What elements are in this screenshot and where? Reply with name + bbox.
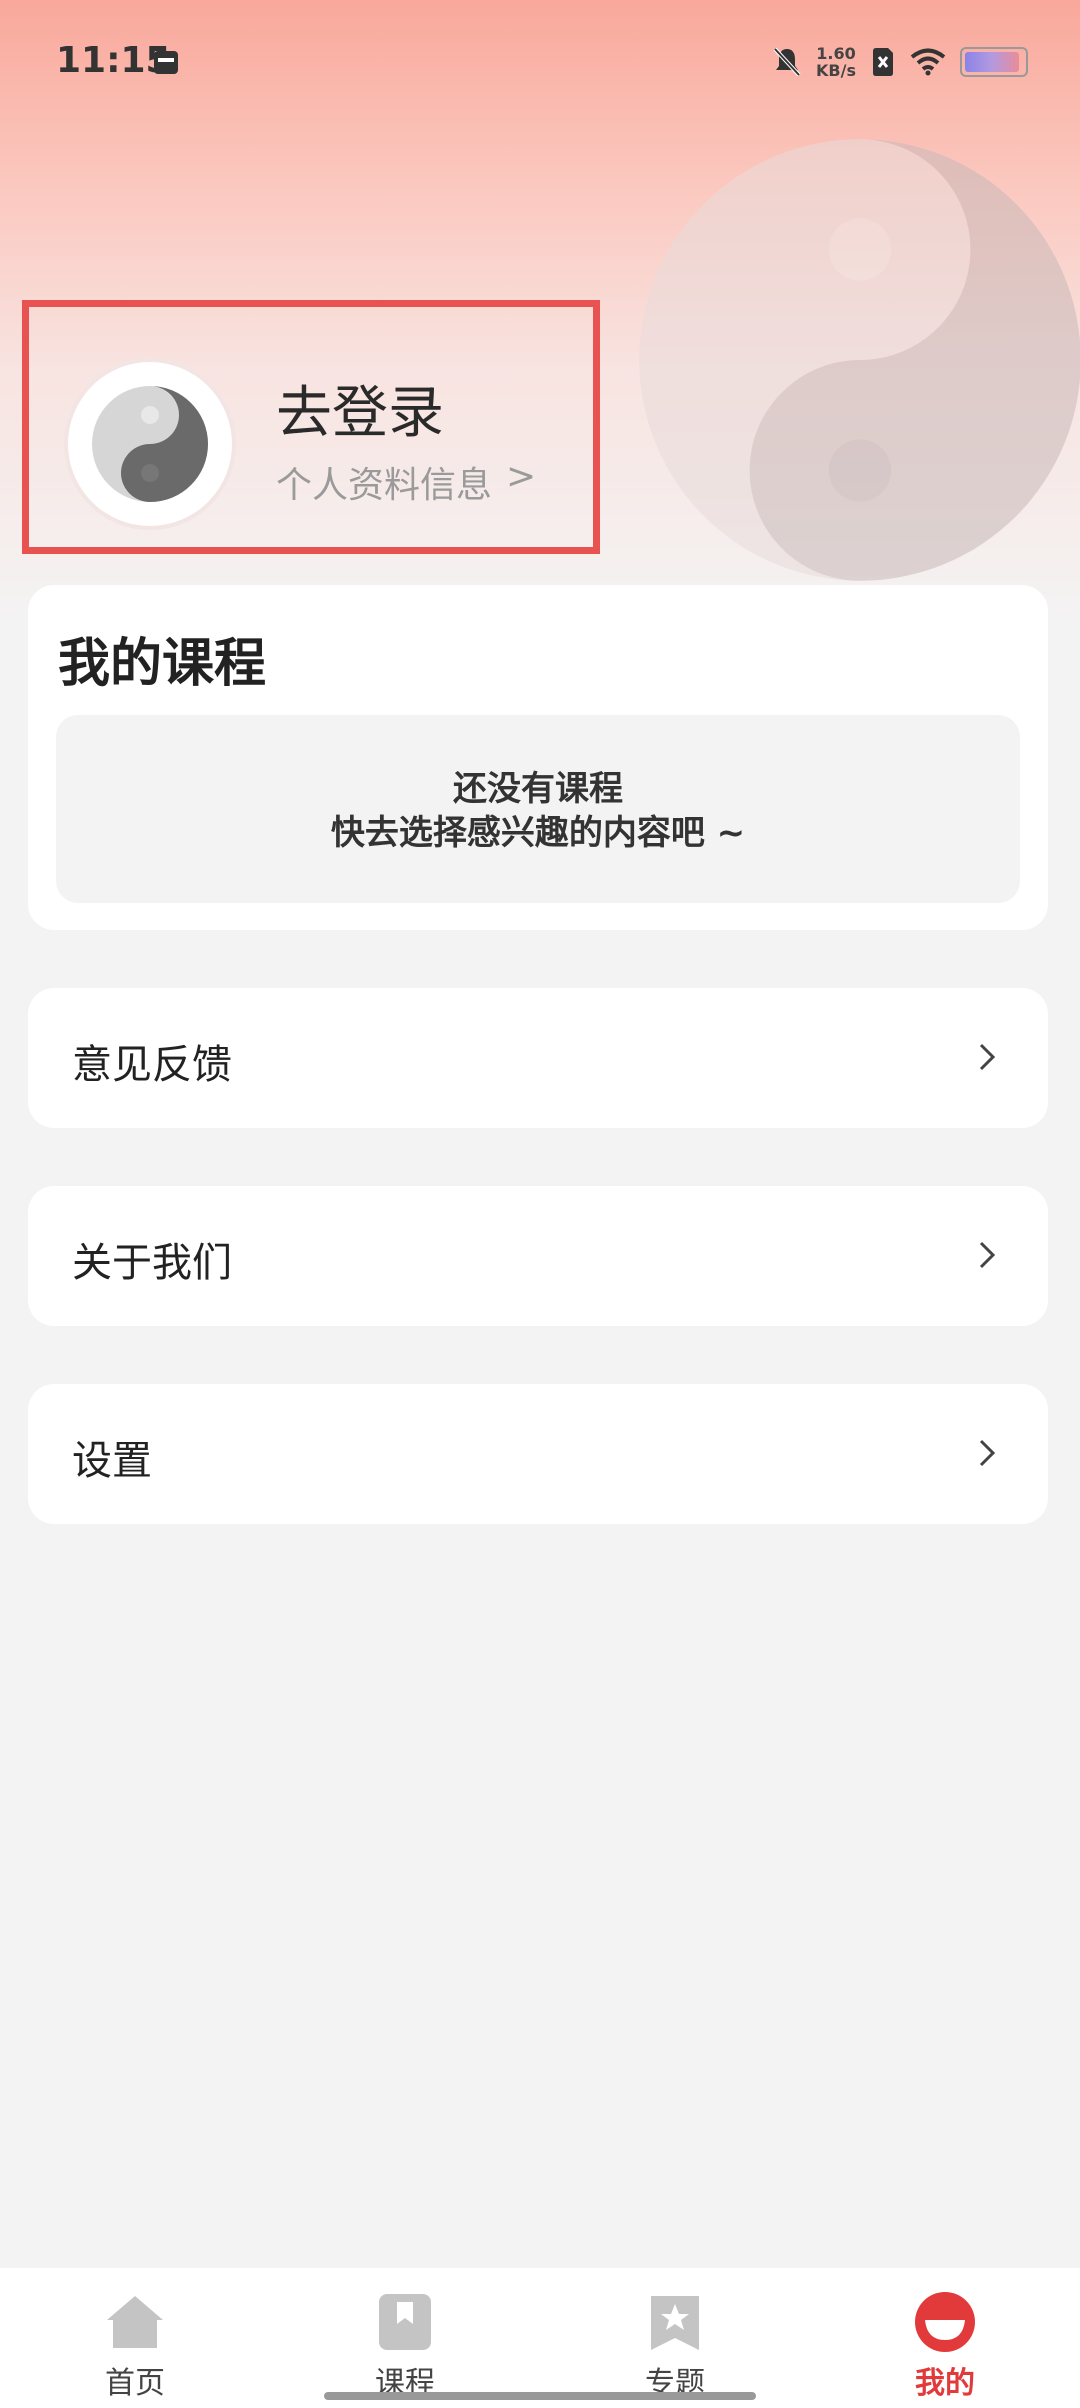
- nav-tab-topics[interactable]: 专题: [540, 2268, 810, 2408]
- bookmark-icon: [379, 2294, 431, 2350]
- star-badge-icon: [651, 2296, 699, 2350]
- wifi-icon: [910, 48, 946, 76]
- chevron-right-icon: [979, 1439, 996, 1467]
- menu-item-feedback[interactable]: 意见反馈: [28, 988, 1048, 1128]
- menu-item-label: 设置: [72, 1438, 152, 1484]
- network-speed-value: 1.60: [816, 44, 856, 63]
- profile-icon: [915, 2292, 975, 2352]
- taiji-avatar-icon: [92, 386, 208, 502]
- calendar-icon: [154, 51, 178, 74]
- network-speed: 1.60 KB/s: [816, 45, 856, 79]
- home-icon: [107, 2296, 163, 2348]
- menu-item-label: 关于我们: [72, 1240, 232, 1286]
- status-bar: 11:15 1.60 KB/s: [0, 0, 1080, 120]
- battery-icon: [960, 47, 1028, 77]
- nav-tab-home[interactable]: 首页: [0, 2268, 270, 2408]
- empty-message-line2: 快去选择感兴趣的内容吧 ~: [330, 813, 746, 853]
- my-courses-card: 我的课程 还没有课程 快去选择感兴趣的内容吧 ~: [28, 585, 1048, 930]
- profile-info-arrow: >: [506, 456, 537, 497]
- menu-item-about-us[interactable]: 关于我们: [28, 1186, 1048, 1326]
- sim-error-icon: [873, 48, 893, 76]
- menu-item-label: 意见反馈: [72, 1042, 232, 1088]
- my-courses-title: 我的课程: [58, 634, 267, 694]
- bottom-nav: 首页 课程 专题 我的: [0, 2268, 1080, 2408]
- chevron-right-icon: [979, 1043, 996, 1071]
- status-icons: 1.60 KB/s: [772, 40, 1028, 84]
- nav-tab-courses[interactable]: 课程: [270, 2268, 540, 2408]
- courses-empty-state: 还没有课程 快去选择感兴趣的内容吧 ~: [56, 715, 1020, 903]
- mute-bell-icon: [773, 47, 801, 77]
- avatar[interactable]: [68, 362, 232, 526]
- login-link[interactable]: 去登录: [276, 368, 444, 449]
- nav-label: 我的: [915, 2366, 975, 2401]
- taiji-background-icon: [639, 139, 1080, 581]
- menu-item-settings[interactable]: 设置: [28, 1384, 1048, 1524]
- home-indicator[interactable]: [324, 2392, 756, 2400]
- network-speed-unit: KB/s: [816, 61, 856, 80]
- nav-label: 首页: [105, 2366, 165, 2401]
- chevron-right-icon: [979, 1241, 996, 1269]
- nav-tab-mine[interactable]: 我的: [810, 2268, 1080, 2408]
- empty-message-line1: 还没有课程: [453, 769, 623, 809]
- profile-info-link[interactable]: 个人资料信息 >: [276, 456, 536, 508]
- profile-info-label: 个人资料信息: [276, 465, 493, 506]
